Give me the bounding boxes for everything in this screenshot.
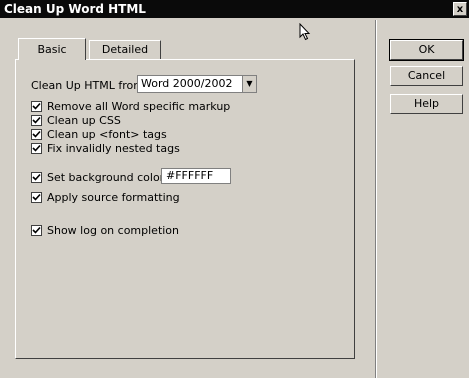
chevron-down-icon[interactable]: ▼ <box>242 76 256 92</box>
option-show-log[interactable]: Show log on completion <box>31 223 179 237</box>
clean-from-select[interactable]: Word 2000/2002 ▼ <box>137 75 257 93</box>
help-button[interactable]: Help <box>390 94 463 114</box>
close-icon: x <box>456 4 464 15</box>
apply-source-formatting-label: Apply source formatting <box>47 190 180 204</box>
help-button-label: Help <box>413 97 440 110</box>
tab-detailed[interactable]: Detailed <box>89 40 161 59</box>
checkmark-icon <box>32 130 41 138</box>
set-background-color-label: Set background color <box>47 170 165 184</box>
clean-from-label: Clean Up HTML from <box>31 78 144 92</box>
remove-word-markup-label: Remove all Word specific markup <box>47 99 231 113</box>
cancel-button-label: Cancel <box>407 69 446 82</box>
tab-basic[interactable]: Basic <box>18 38 86 60</box>
ok-button[interactable]: OK <box>389 39 464 61</box>
show-log-checkbox[interactable] <box>31 224 42 236</box>
close-button[interactable]: x <box>453 2 467 16</box>
clean-font-tags-label: Clean up <font> tags <box>47 127 167 141</box>
cancel-button[interactable]: Cancel <box>390 66 463 86</box>
show-log-label: Show log on completion <box>47 223 180 237</box>
checkmark-icon <box>32 144 41 152</box>
option-clean-font-tags[interactable]: Clean up <font> tags <box>31 127 167 141</box>
checkmark-icon <box>32 173 41 181</box>
checkmark-icon <box>32 193 41 201</box>
option-apply-source-formatting[interactable]: Apply source formatting <box>31 190 180 204</box>
option-remove-word-markup[interactable]: Remove all Word specific markup <box>31 99 230 113</box>
fix-nested-tags-label: Fix invalidly nested tags <box>47 141 180 155</box>
option-fix-nested-tags[interactable]: Fix invalidly nested tags <box>31 141 180 155</box>
clean-from-value: Word 2000/2002 <box>141 77 233 90</box>
checkmark-icon <box>32 116 41 124</box>
checkmark-icon <box>32 102 41 110</box>
fix-nested-tags-checkbox[interactable] <box>31 142 42 154</box>
mouse-pointer-icon <box>299 23 311 41</box>
window-title: Clean Up Word HTML <box>4 2 146 16</box>
remove-word-markup-checkbox[interactable] <box>31 100 42 112</box>
tab-basic-label: Basic <box>37 43 67 56</box>
clean-from-row: Clean Up HTML from <box>31 78 144 92</box>
clean-css-label: Clean up CSS <box>47 113 121 127</box>
title-bar: Clean Up Word HTML x <box>0 0 469 18</box>
background-color-value: #FFFFFF <box>166 169 214 182</box>
ok-button-label: OK <box>418 43 435 56</box>
set-background-color-checkbox[interactable] <box>31 171 42 183</box>
button-area-separator <box>375 20 377 378</box>
tab-detailed-label: Detailed <box>101 43 149 56</box>
background-color-input[interactable]: #FFFFFF <box>161 168 231 184</box>
option-set-background-color[interactable]: Set background color <box>31 170 164 184</box>
apply-source-formatting-checkbox[interactable] <box>31 191 42 203</box>
clean-css-checkbox[interactable] <box>31 114 42 126</box>
option-clean-css[interactable]: Clean up CSS <box>31 113 121 127</box>
checkmark-icon <box>32 226 41 234</box>
clean-font-tags-checkbox[interactable] <box>31 128 42 140</box>
